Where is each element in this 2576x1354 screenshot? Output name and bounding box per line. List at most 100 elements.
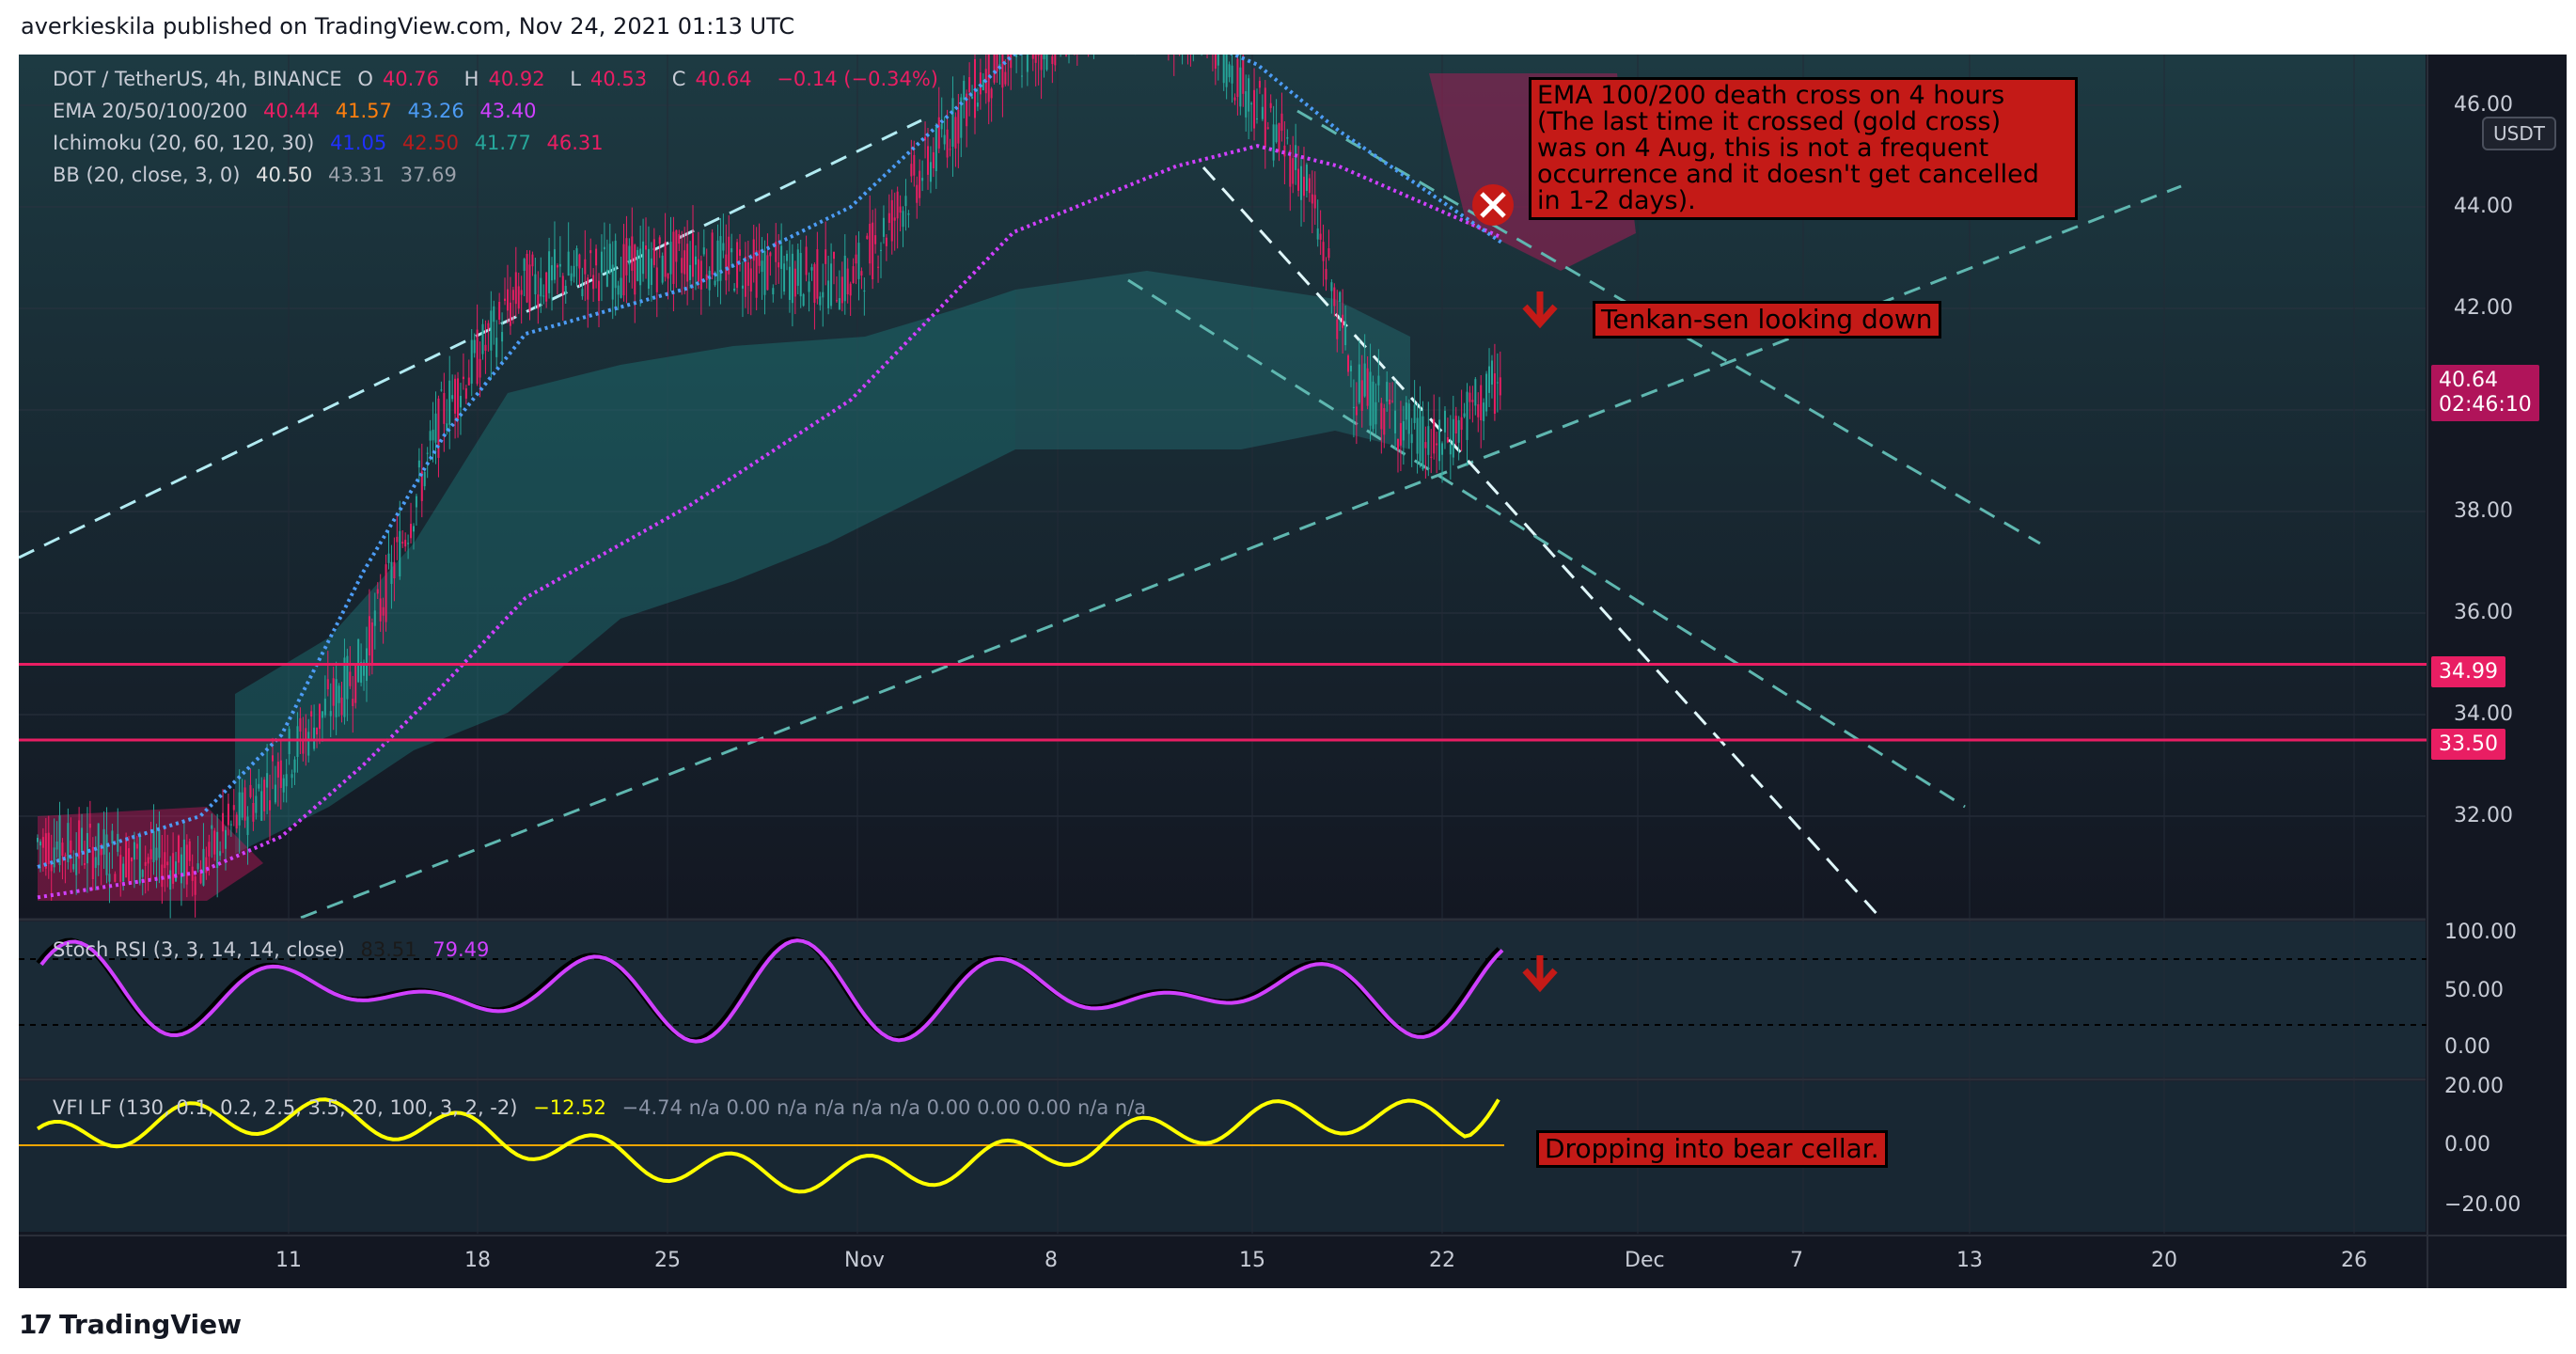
candle-body [617, 285, 620, 295]
candle-body [476, 329, 479, 385]
candle-body [464, 387, 467, 399]
candle-body [158, 830, 161, 858]
candle-body [357, 638, 360, 683]
time-tick: 13 [1956, 1249, 1983, 1272]
candle-body [305, 728, 307, 740]
candle-body [1460, 417, 1463, 431]
candle-body [813, 264, 816, 303]
candle-body [1275, 124, 1278, 143]
candle-body [194, 876, 196, 895]
candle-body [880, 249, 883, 251]
candle-body [487, 323, 490, 330]
candle-body [652, 239, 655, 265]
annotation-vfi[interactable]: Dropping into bear cellar. [1536, 1130, 1888, 1168]
candle-body [1266, 127, 1269, 129]
candle-body [686, 244, 689, 282]
candle-body [517, 286, 520, 309]
candle-body [540, 277, 542, 297]
legend-vfi-row[interactable]: VFI LF (130, 0.1, 0.2, 2.5, 3.5, 20, 100… [53, 1096, 1155, 1119]
candle-body [730, 248, 733, 253]
legend-ichimoku-v1: 41.05 [330, 132, 387, 154]
candle-body [733, 288, 736, 291]
candle-body [1488, 366, 1491, 393]
candle-body [749, 268, 752, 292]
candle-body [196, 863, 199, 870]
candle-body [263, 779, 266, 811]
candle-body [1452, 418, 1454, 458]
candle-body [987, 55, 990, 102]
candle-body [1236, 58, 1239, 98]
candle-body [177, 835, 180, 863]
candle-body [467, 377, 470, 386]
candle-body [763, 251, 766, 295]
legend-ichimoku-row[interactable]: Ichimoku (20, 60, 120, 30) 41.05 42.50 4… [53, 132, 613, 154]
currency-button[interactable]: USDT [2482, 117, 2556, 150]
candle-body [313, 727, 316, 749]
candle-body [614, 241, 617, 289]
candle-body [222, 812, 225, 832]
candle-body [434, 413, 437, 443]
candle-body [849, 283, 852, 296]
candle-body [855, 254, 857, 264]
candle-body [927, 146, 930, 175]
candle-body [1474, 379, 1477, 406]
candle-body [1433, 418, 1436, 454]
candle-body [1045, 55, 1048, 71]
candle-body [910, 164, 913, 177]
candle-body [553, 249, 556, 280]
annotation-ema-cross[interactable]: EMA 100/200 death cross on 4 hours (The … [1529, 77, 2078, 220]
candle-body [822, 291, 825, 298]
candle-body [332, 678, 335, 706]
candle-body [346, 655, 349, 700]
legend-stoch-name: Stoch RSI (3, 3, 14, 14, close) [53, 938, 345, 961]
legend-stoch-row[interactable]: Stoch RSI (3, 3, 14, 14, close) 83.51 79… [53, 938, 498, 961]
legend-ema-row[interactable]: EMA 20/50/100/200 40.44 41.57 43.26 43.4… [53, 100, 546, 122]
time-tick: 18 [464, 1249, 491, 1272]
candle-body [401, 542, 404, 544]
candle-body [470, 339, 473, 385]
candle-body [605, 269, 608, 287]
candle-body [147, 857, 149, 864]
candle-body [299, 717, 302, 732]
candle-body [620, 277, 622, 298]
candle-body [166, 861, 169, 866]
candle-body [578, 254, 581, 269]
candle-body [105, 834, 108, 875]
candle-body [229, 824, 232, 826]
candle-body [675, 229, 678, 262]
candle-body [238, 792, 241, 826]
annotation-line: occurrence and it doesn't get cancelled [1537, 160, 2039, 189]
annotation-line: EMA 100/200 death cross on 4 hours [1537, 81, 2005, 110]
legend-symbol-row[interactable]: DOT / TetherUS, 4h, BINANCE O 40.76 H 40.9… [53, 68, 948, 90]
candle-body [907, 213, 910, 215]
legend-bb-row[interactable]: BB (20, close, 3, 0) 40.50 43.31 37.69 [53, 164, 466, 186]
candle-body [816, 249, 819, 299]
tradingview-logo[interactable]: 17 TradingView [19, 1309, 242, 1340]
candle-body [122, 863, 125, 882]
candle-body [642, 241, 645, 275]
candle-body [843, 255, 846, 302]
candle-body [432, 429, 434, 441]
candle-body [805, 246, 808, 276]
candle-body [932, 151, 935, 168]
candle-body [387, 553, 390, 563]
candle-body [667, 273, 669, 279]
footer: 17 TradingView [0, 1296, 2576, 1354]
candle-body [307, 732, 310, 756]
candle-body [1383, 408, 1386, 435]
candle-body [542, 295, 545, 297]
candle-body [744, 256, 746, 297]
candle-body [990, 88, 993, 99]
legend-symbol: DOT / TetherUS, 4h, BINANCE [53, 68, 342, 90]
candle-body [1280, 113, 1283, 132]
chart-area[interactable]: USDT DOT / TetherUS, 4h, BINANCE O 40.76 … [19, 55, 2567, 1288]
candle-body [1490, 360, 1493, 385]
candle-body [393, 561, 396, 579]
annotation-tenkan[interactable]: Tenkan-sen looking down [1593, 301, 1941, 338]
candle-body [589, 250, 592, 254]
candle-body [1457, 419, 1460, 443]
candle-body [188, 841, 191, 861]
candle-body [780, 245, 783, 269]
candle-body [91, 846, 94, 880]
candle-body [310, 711, 313, 716]
